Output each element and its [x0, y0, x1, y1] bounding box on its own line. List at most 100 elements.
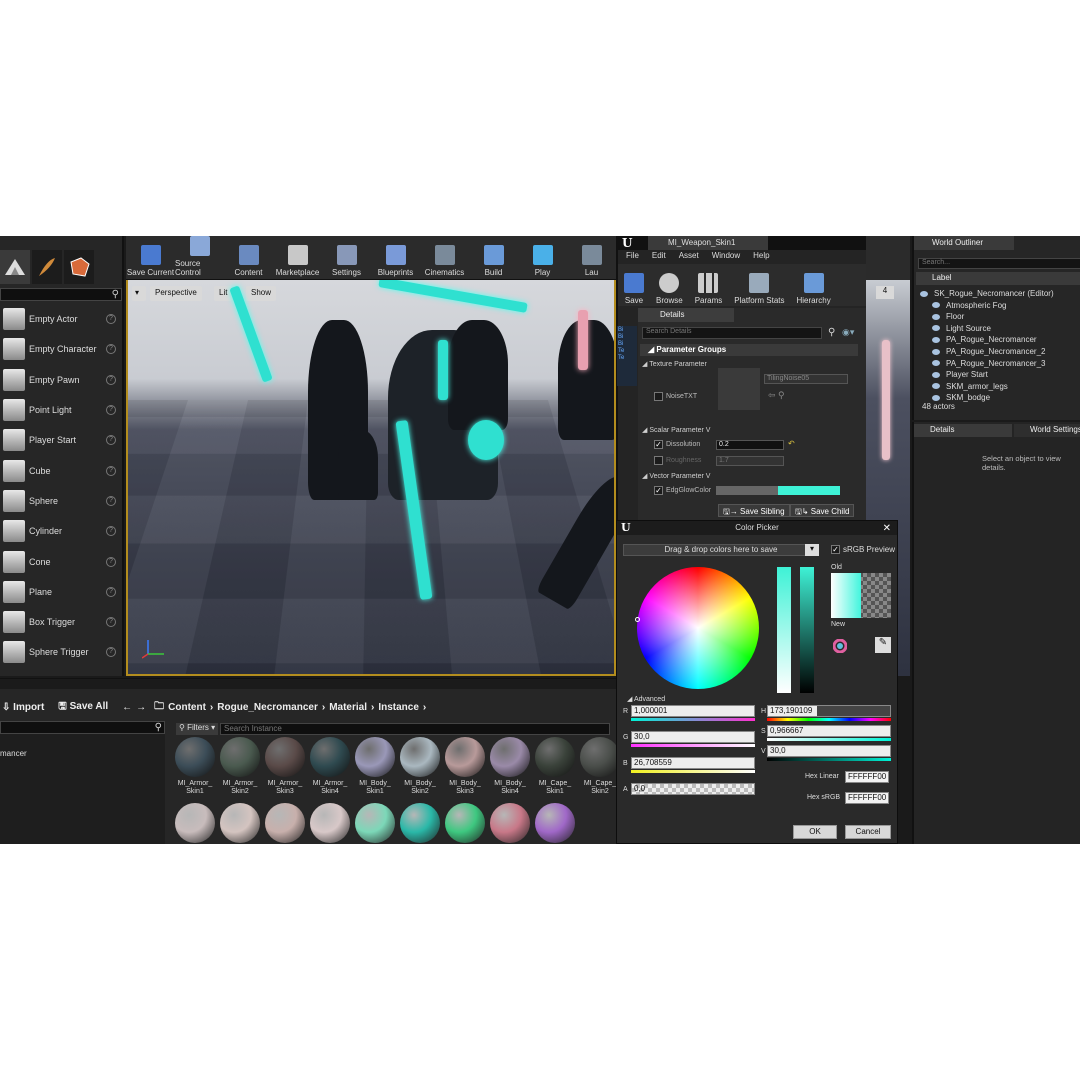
material-asset-tile[interactable]: MI_Armor_ Skin2: [219, 737, 261, 796]
texture-dropdown[interactable]: TilingNoise05: [764, 374, 848, 384]
material-asset-tile[interactable]: [534, 803, 576, 843]
material-asset-tile[interactable]: [444, 803, 486, 843]
material-asset-tile[interactable]: [309, 803, 351, 843]
place-item[interactable]: Cube?: [0, 455, 122, 485]
outliner-row[interactable]: PA_Rogue_Necromancer: [920, 334, 1037, 345]
help-icon[interactable]: ?: [106, 344, 116, 355]
material-asset-tile[interactable]: MI_Armor_ Skin3: [264, 737, 306, 796]
visibility-eye-icon[interactable]: [920, 290, 928, 297]
browse-button[interactable]: Browse: [650, 264, 689, 308]
close-icon[interactable]: ✕: [883, 522, 891, 536]
outliner-row[interactable]: Floor: [920, 311, 964, 322]
details-search-input[interactable]: Search Details: [642, 327, 822, 339]
texture-thumbnail[interactable]: [718, 368, 760, 410]
s-input[interactable]: 0,966667: [767, 725, 891, 737]
material-asset-tile[interactable]: [489, 803, 531, 843]
outliner-row[interactable]: SK_Rogue_Necromancer (Editor): [920, 288, 1054, 299]
vector-parameter-section[interactable]: ◢ Vector Parameter V: [642, 472, 710, 480]
value-slider[interactable]: [800, 567, 814, 693]
toolbar-button[interactable]: Settings: [322, 236, 371, 280]
visibility-eye-icon[interactable]: [932, 313, 940, 320]
help-icon[interactable]: ?: [106, 435, 116, 446]
help-icon[interactable]: ?: [106, 647, 116, 658]
dissolution-value-input[interactable]: 0.2: [716, 440, 784, 450]
edge-glow-checkbox[interactable]: [654, 486, 663, 495]
help-icon[interactable]: ?: [106, 495, 116, 506]
advanced-section[interactable]: ◢ Advanced: [627, 695, 665, 703]
place-item[interactable]: Point Light?: [0, 395, 122, 425]
color-themes-dropdown[interactable]: ▾: [805, 544, 819, 556]
material-asset-tile[interactable]: MI_Body_ Skin4: [489, 737, 531, 796]
menu-help[interactable]: Help: [753, 251, 769, 264]
eyedropper-icon[interactable]: ✎: [875, 637, 891, 653]
material-asset-tile[interactable]: MI_Cape_ Skin2: [579, 737, 621, 796]
noise-checkbox[interactable]: [654, 392, 663, 401]
outliner-row[interactable]: PA_Rogue_Necromancer_3: [920, 358, 1045, 369]
place-item[interactable]: Empty Actor?: [0, 304, 122, 334]
toolbar-button[interactable]: Marketplace: [273, 236, 322, 280]
visibility-eye-icon[interactable]: [932, 325, 940, 332]
hex-linear-input[interactable]: FFFFFF00: [845, 771, 889, 783]
place-item[interactable]: Sphere Trigger?: [0, 637, 122, 667]
show-button[interactable]: Show: [246, 286, 277, 301]
outliner-row[interactable]: SKM_armor_legs: [920, 381, 1008, 392]
visibility-eye-icon[interactable]: [932, 336, 940, 343]
place-item[interactable]: Player Start?: [0, 425, 122, 455]
color-wheel-selector[interactable]: [635, 617, 640, 622]
edge-glow-color-swatch[interactable]: [716, 486, 840, 495]
menu-window[interactable]: Window: [712, 251, 740, 264]
toolbar-button[interactable]: Lau: [567, 236, 616, 280]
breadcrumb-rogue-necromancer[interactable]: Rogue_Necromancer: [217, 702, 318, 713]
params-button[interactable]: Params: [689, 264, 729, 308]
hierarchy-button[interactable]: Hierarchy: [791, 264, 837, 308]
material-asset-tile[interactable]: [264, 803, 306, 843]
material-asset-tile[interactable]: MI_Armor_ Skin4: [309, 737, 351, 796]
color-themes-bar[interactable]: Drag & drop colors here to save: [623, 544, 819, 556]
outliner-column-header[interactable]: Label: [916, 272, 1080, 285]
save-button[interactable]: Save: [618, 264, 650, 308]
use-selected-arrow-icon[interactable]: ⇦ ⚲: [768, 390, 785, 401]
srgb-preview-checkbox[interactable]: [831, 545, 840, 554]
h-input[interactable]: 173,190109: [767, 705, 891, 717]
level-viewport[interactable]: ▾ Perspective Lit Show: [126, 280, 616, 676]
help-icon[interactable]: ?: [106, 314, 116, 325]
dissolution-checkbox[interactable]: [654, 440, 663, 449]
material-asset-tile[interactable]: [399, 803, 441, 843]
roughness-checkbox[interactable]: [654, 456, 663, 465]
outliner-row[interactable]: PA_Rogue_Necromancer_2: [920, 346, 1045, 357]
toolbar-button[interactable]: Cinematics: [420, 236, 469, 280]
visibility-eye-icon[interactable]: [932, 394, 940, 401]
v-input[interactable]: 30,0: [767, 745, 891, 757]
place-mode-tab[interactable]: [0, 250, 30, 284]
breadcrumb-instance[interactable]: Instance: [378, 702, 419, 713]
outliner-row[interactable]: Atmospheric Fog: [920, 300, 1006, 311]
material-asset-tile[interactable]: MI_Armor_ Skin1: [174, 737, 216, 796]
geometry-mode-tab[interactable]: [64, 250, 94, 284]
outliner-row[interactable]: Player Start: [920, 369, 988, 380]
toolbar-button[interactable]: Source Control: [175, 236, 224, 280]
visibility-eye-icon[interactable]: [932, 383, 940, 390]
camera-speed-button[interactable]: 4: [876, 286, 894, 299]
visibility-eye-icon[interactable]: [932, 360, 940, 367]
scalar-parameter-section[interactable]: ◢ Scalar Parameter V: [642, 426, 710, 434]
material-asset-tile[interactable]: MI_Cape_ Skin1: [534, 737, 576, 796]
place-search-input[interactable]: ⚲: [0, 288, 122, 301]
paint-mode-tab[interactable]: [32, 250, 62, 284]
reset-default-icon[interactable]: ↶: [788, 439, 795, 448]
srgb-preview-toggle[interactable]: sRGB Preview: [831, 545, 895, 554]
perspective-button[interactable]: Perspective: [150, 286, 202, 301]
g-input[interactable]: 30,0: [631, 731, 755, 743]
platform-stats-button[interactable]: Platform Stats: [728, 264, 790, 308]
visibility-eye-icon[interactable]: [932, 302, 940, 309]
material-asset-tile[interactable]: [219, 803, 261, 843]
place-item[interactable]: Plane?: [0, 577, 122, 607]
place-item[interactable]: Empty Pawn?: [0, 365, 122, 395]
save-all-button[interactable]: 🖫 Save All: [58, 699, 108, 716]
material-asset-tile[interactable]: MI_Body_ Skin3: [444, 737, 486, 796]
ok-button[interactable]: OK: [793, 825, 837, 839]
world-outliner-tab[interactable]: World Outliner: [914, 236, 1014, 250]
details-tab[interactable]: Details: [914, 424, 1012, 437]
visibility-eye-icon[interactable]: ◉▾: [842, 327, 854, 338]
material-editor-tab[interactable]: MI_Weapon_Skin1: [648, 236, 768, 250]
hex-srgb-input[interactable]: FFFFFF00: [845, 792, 889, 804]
